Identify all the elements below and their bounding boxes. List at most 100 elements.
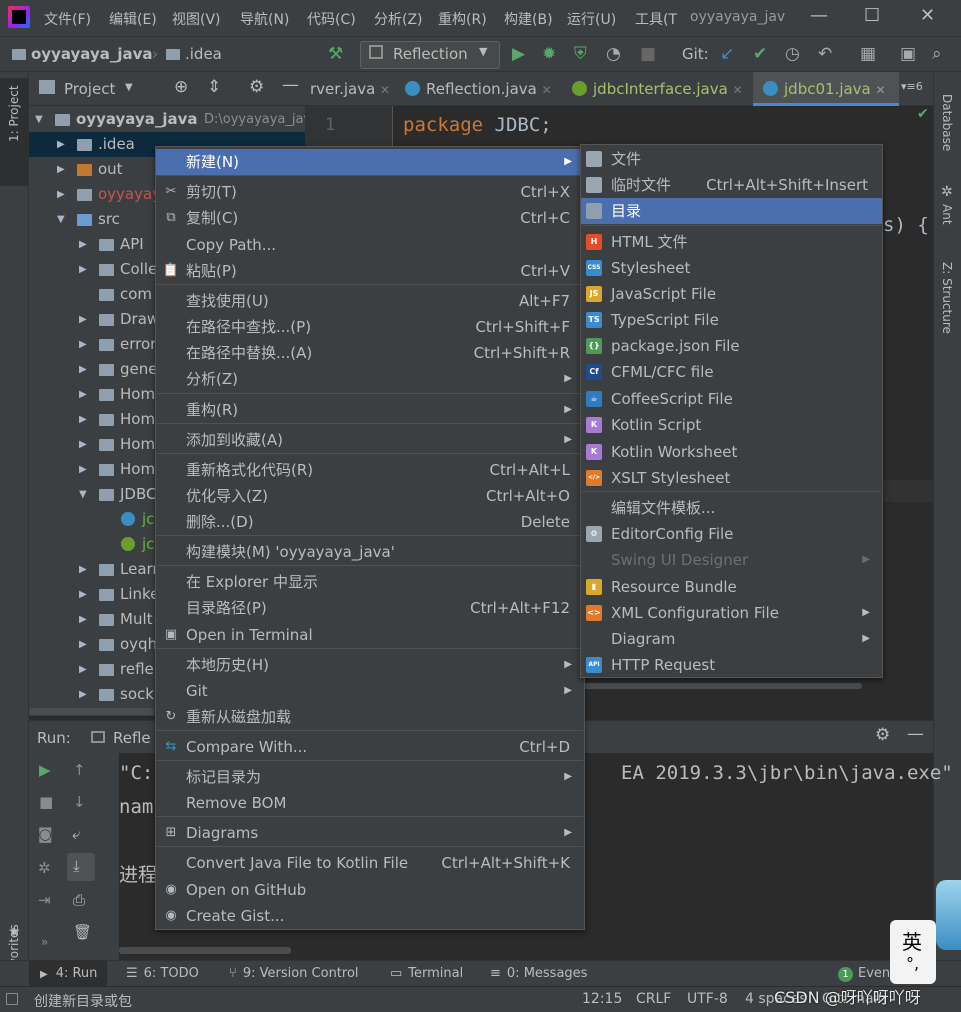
new-menu-item-editorconfig-file[interactable]: ⚙ EditorConfig File (581, 521, 882, 547)
expand-right-icon[interactable]: ▶ (79, 557, 87, 582)
stop-icon[interactable]: ■ (39, 793, 53, 811)
locate-icon[interactable]: ⊕ (174, 77, 188, 97)
close-tab-icon[interactable]: ✕ (733, 83, 743, 97)
expand-right-icon[interactable]: ▶ (79, 457, 87, 482)
exit-icon[interactable]: ⇥ (38, 891, 51, 909)
tab-reflection-java[interactable]: Reflection.java ✕ (405, 80, 552, 98)
menu-item-replace-in-path[interactable]: 在路径中替换...(A) Ctrl+Shift+R (156, 340, 584, 366)
menu-item-find-in-path[interactable]: 在路径中查找...(P) Ctrl+Shift+F (156, 314, 584, 340)
menu-item-optimize-imports[interactable]: 优化导入(Z) Ctrl+Alt+O (156, 483, 584, 509)
new-menu-item-resource-bundle[interactable]: ▮ Resource Bundle (581, 574, 882, 600)
debug-icon[interactable]: ✹ (542, 44, 556, 64)
hide-panel-icon[interactable]: — (907, 724, 924, 744)
terminal-toolwindow-button[interactable]: ▭ Terminal (390, 966, 463, 981)
expand-right-icon[interactable]: ▶ (79, 332, 87, 357)
scroll-to-end-icon[interactable]: ⤓ (73, 857, 80, 875)
new-menu-item-xml-configuration-file[interactable]: <> XML Configuration File ▶ (581, 600, 882, 626)
expand-down-icon[interactable]: ▼ (57, 207, 65, 232)
hide-panel-icon[interactable]: — (282, 75, 299, 95)
breadcrumb-project[interactable]: oyyayaya_java (12, 45, 153, 63)
expand-right-icon[interactable]: ▶ (57, 182, 65, 207)
menu-file[interactable]: 文件(F) (44, 9, 91, 29)
gear-icon[interactable]: ⚙ (875, 725, 890, 745)
menu-item-convert-java-to-kotlin[interactable]: Convert Java File to Kotlin File Ctrl+Alt… (156, 850, 584, 876)
menu-run[interactable]: 运行(U) (567, 9, 616, 29)
new-menu-item-scratch-file[interactable]: 临时文件 Ctrl+Alt+Shift+Insert (581, 172, 882, 198)
coverage-icon[interactable]: ⛨ (574, 44, 587, 64)
menu-item-remove-bom[interactable]: Remove BOM (156, 790, 584, 816)
project-view-title[interactable]: Project (64, 80, 115, 98)
settings-icon[interactable]: ✲ (38, 859, 51, 877)
soft-wrap-icon[interactable]: ⤶ (72, 825, 80, 843)
menu-item-new[interactable]: 新建(N) ▶ (156, 149, 584, 175)
expand-right-icon[interactable]: ▶ (79, 232, 87, 257)
tree-horizontal-scrollbar[interactable] (29, 708, 154, 715)
menu-code[interactable]: 代码(C) (307, 9, 356, 29)
maximize-icon[interactable]: ☐ (864, 5, 880, 26)
caret-position[interactable]: 12:15 (582, 991, 622, 1007)
close-tab-icon[interactable]: ✕ (380, 83, 390, 97)
tab-overflow-button[interactable]: ▾≡6 (901, 80, 923, 93)
build-hammer-icon[interactable]: ⚒ (328, 44, 343, 64)
rollback-icon[interactable]: ↶ (818, 44, 832, 64)
menu-item-analyze[interactable]: 分析(Z) ▶ (156, 366, 584, 392)
file-encoding[interactable]: UTF-8 (687, 991, 728, 1007)
close-tab-icon[interactable]: ✕ (542, 83, 552, 97)
new-menu-item-coffeescript-file[interactable]: ☕ CoffeeScript File (581, 386, 882, 412)
project-toolwindow-button[interactable]: 1: Project (7, 85, 21, 142)
tree-item[interactable]: ▼ oyyayaya_java D:\oyyayaya_jav (29, 107, 311, 132)
expand-down-icon[interactable]: ▼ (35, 107, 43, 132)
new-menu-item-http-request[interactable]: API HTTP Request (581, 652, 882, 678)
expand-right-icon[interactable]: ▶ (57, 157, 65, 182)
menu-edit[interactable]: 编辑(E) (109, 9, 157, 29)
menu-item-reload-from-disk[interactable]: ↻ 重新从磁盘加载 (156, 704, 584, 730)
camera-icon[interactable]: ◙ (38, 825, 53, 843)
new-menu-item-directory[interactable]: 目录 (581, 198, 882, 224)
menu-item-build-module[interactable]: 构建模块(M) 'oyyayaya_java' (156, 539, 584, 565)
new-menu-item-javascript-file[interactable]: JS JavaScript File (581, 281, 882, 307)
menu-item-open-on-github[interactable]: ◉ Open on GitHub (156, 877, 584, 903)
expand-right-icon[interactable]: ▶ (79, 257, 87, 282)
menu-item-create-gist[interactable]: ◉ Create Gist... (156, 903, 584, 929)
menu-item-diagrams[interactable]: ⊞ Diagrams ▶ (156, 820, 584, 846)
menu-build[interactable]: 构建(B) (504, 9, 553, 29)
menu-item-cut[interactable]: ✂ 剪切(T) Ctrl+X (156, 179, 584, 205)
trash-icon[interactable]: 🗑 (73, 923, 92, 941)
menu-item-local-history[interactable]: 本地历史(H) ▶ (156, 652, 584, 678)
new-menu-item-file[interactable]: 文件 (581, 146, 882, 172)
expand-right-icon[interactable]: ▶ (79, 307, 87, 332)
new-menu-item-package-json-file[interactable]: {} package.json File (581, 333, 882, 359)
menu-item-open-in-terminal[interactable]: ▣ Open in Terminal (156, 622, 584, 648)
menu-item-paste[interactable]: 📋 粘贴(P) Ctrl+V (156, 258, 584, 284)
tab-server-java[interactable]: rver.java ✕ (310, 80, 390, 98)
expand-right-icon[interactable]: ▶ (79, 382, 87, 407)
minimize-icon[interactable]: — (810, 5, 828, 26)
menu-item-show-in-explorer[interactable]: 在 Explorer 中显示 (156, 569, 584, 595)
todo-toolwindow-button[interactable]: ☰ 6: TODO (126, 966, 199, 981)
menu-tools[interactable]: 工具(T (635, 9, 677, 29)
editor-horizontal-scrollbar[interactable] (580, 683, 862, 689)
menu-analyze[interactable]: 分析(Z) (374, 9, 423, 29)
new-menu-item-stylesheet[interactable]: CSS Stylesheet (581, 255, 882, 281)
print-icon[interactable]: ⎙ (73, 891, 85, 909)
menu-refactor[interactable]: 重构(R) (438, 9, 487, 29)
history-icon[interactable]: ◷ (785, 44, 800, 64)
event-log-button[interactable]: 1 Event (838, 966, 895, 982)
menu-item-add-to-favorites[interactable]: 添加到收藏(A) ▶ (156, 427, 584, 453)
expand-right-icon[interactable]: ▶ (79, 357, 87, 382)
more-icon[interactable]: » (41, 935, 48, 949)
vcs-toolwindow-button[interactable]: ⑂ 9: Version Control (229, 966, 359, 981)
run-tab[interactable]: Refle (91, 729, 151, 747)
rerun-icon[interactable]: ▶ (39, 761, 51, 779)
expand-right-icon[interactable]: ▶ (79, 432, 87, 457)
new-menu-item-diagram[interactable]: Diagram ▶ (581, 626, 882, 652)
new-menu-item-typescript-file[interactable]: TS TypeScript File (581, 307, 882, 333)
chevron-down-icon[interactable]: ▼ (125, 82, 133, 93)
expand-right-icon[interactable]: ▶ (79, 632, 87, 657)
scroll-up-icon[interactable]: ↑ (73, 761, 86, 779)
menu-item-copy[interactable]: ⧉ 复制(C) Ctrl+C (156, 205, 584, 231)
scroll-down-icon[interactable]: ↓ (73, 793, 86, 811)
ant-toolwindow-button[interactable]: Ant (940, 204, 954, 225)
ime-indicator[interactable]: 英 °, (890, 920, 936, 984)
new-menu-item-edit-file-templates[interactable]: 编辑文件模板... (581, 495, 882, 521)
